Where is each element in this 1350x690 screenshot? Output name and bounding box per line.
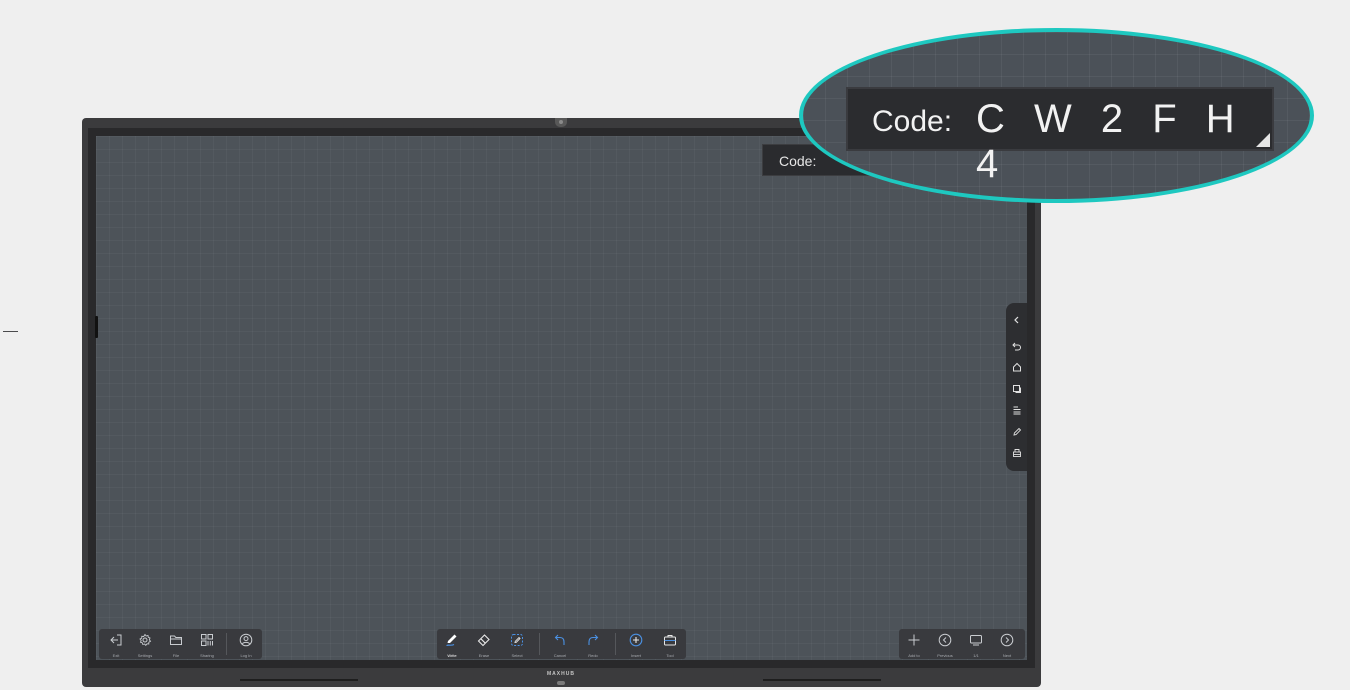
cancel-button[interactable]: Cancel (546, 629, 574, 659)
undo-icon (554, 634, 565, 645)
tool-label: Tool (666, 653, 674, 658)
select-icon (511, 634, 523, 646)
tool-label: Next (1002, 653, 1012, 658)
tool-label: Sharing (200, 653, 214, 658)
folder-icon (170, 635, 182, 645)
toolbar-divider (226, 633, 227, 655)
page-count-button[interactable]: 1/1 (962, 629, 990, 659)
power-indicator (557, 681, 565, 685)
plus-icon (908, 634, 920, 646)
bezel-line (240, 679, 358, 681)
previous-page-button[interactable]: Previous (931, 629, 959, 659)
redo-icon (588, 634, 599, 645)
resize-corner-icon (1256, 133, 1270, 147)
code-label: Code: (779, 153, 817, 169)
login-button[interactable]: Log In (232, 629, 260, 659)
toolbox-icon (664, 635, 676, 646)
whiteboard-canvas[interactable]: Code: (96, 136, 1027, 660)
next-page-button[interactable]: Next (993, 629, 1021, 659)
side-divider (3, 331, 18, 332)
code-box-zoomed: Code: C W 2 F H 4 (846, 87, 1274, 186)
chevron-right-circle-icon (1000, 633, 1014, 647)
user-circle-icon (239, 633, 253, 647)
add-page-button[interactable]: Add to (900, 629, 928, 659)
side-handle[interactable] (95, 316, 98, 338)
bezel-line (763, 679, 881, 681)
write-button[interactable]: Write (438, 629, 466, 659)
plus-circle-icon (629, 633, 643, 647)
settings-button[interactable]: Settings (131, 629, 159, 659)
redo-button[interactable]: Redo (579, 629, 607, 659)
toolbar-divider (539, 633, 540, 655)
eraser-icon (477, 634, 490, 647)
tool-label: Log In (240, 653, 252, 658)
home-icon[interactable] (1006, 358, 1027, 376)
annotate-icon[interactable] (1006, 423, 1027, 441)
menu-icon[interactable] (1006, 401, 1027, 419)
print-icon[interactable] (1006, 444, 1027, 462)
qr-code-icon (201, 634, 213, 646)
meeting-code: C W 2 F H 4 (976, 97, 1244, 186)
back-icon[interactable] (1006, 337, 1027, 355)
gear-icon (139, 633, 152, 646)
pages-icon (970, 635, 982, 646)
brand-logo: MAXHUB (547, 671, 575, 677)
window-icon[interactable] (1006, 380, 1027, 398)
toolbar-divider (615, 633, 616, 655)
sharing-button[interactable]: Sharing (193, 629, 221, 659)
tool-label: Select (511, 653, 523, 658)
file-button[interactable]: File (162, 629, 190, 659)
chevron-left-circle-icon (938, 633, 952, 647)
erase-button[interactable]: Erase (470, 629, 498, 659)
pen-icon (446, 634, 457, 647)
zoom-callout: Code: C W 2 F H 4 (799, 28, 1314, 203)
insert-button[interactable]: Insert (622, 629, 650, 659)
exit-icon (110, 634, 122, 646)
tool-label: Redo (588, 653, 598, 658)
tool-button[interactable]: Tool (656, 629, 684, 659)
collapse-icon[interactable] (1006, 311, 1027, 329)
code-label: Code: (872, 105, 953, 138)
select-button[interactable]: Select (503, 629, 531, 659)
camera-icon (555, 118, 567, 127)
